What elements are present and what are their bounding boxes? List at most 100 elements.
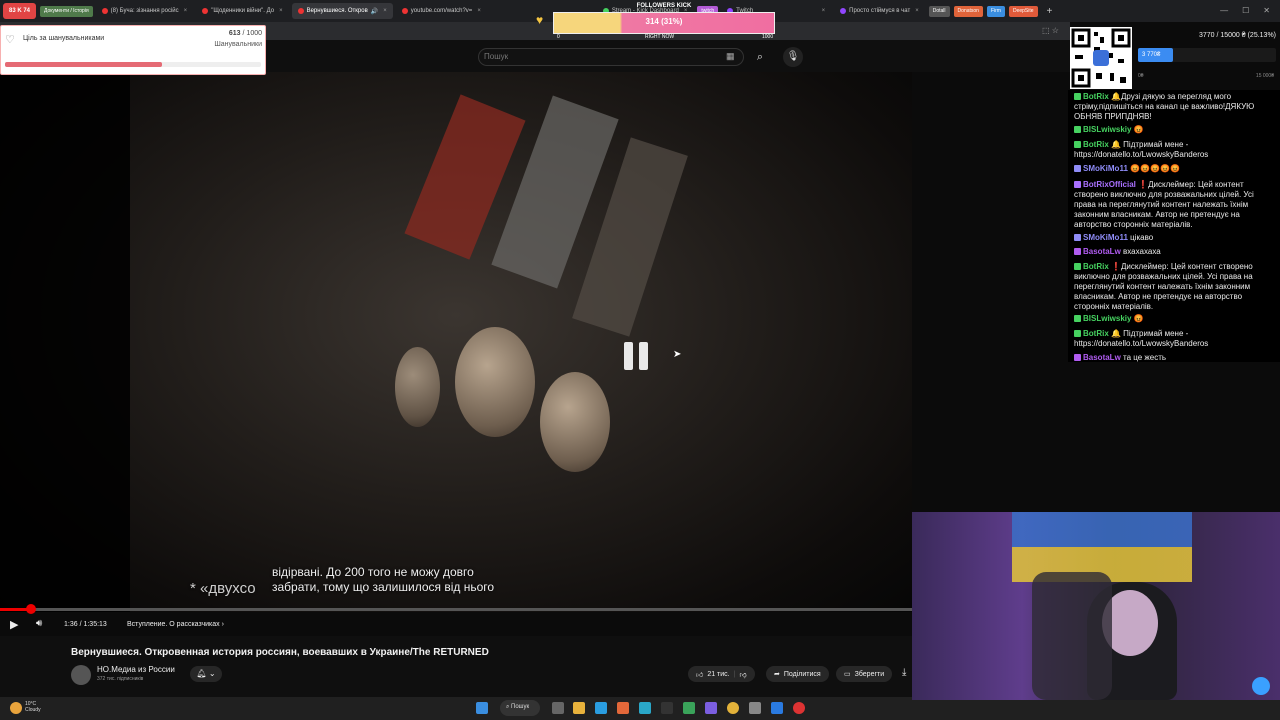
goal-total: / 1000 (242, 30, 262, 37)
task-view-icon[interactable] (552, 702, 564, 714)
close-icon[interactable]: × (383, 8, 387, 14)
thumbs-up-icon: 👍︎ (696, 671, 704, 679)
goal-current: 613 (228, 30, 241, 37)
close-window-icon[interactable]: ✕ (1263, 6, 1270, 15)
chevron-down-icon: ⌄ (208, 669, 216, 678)
browser-tab[interactable]: (8) Буча: зізнання російс × (96, 3, 194, 19)
bookmark-chip[interactable]: Donatson (953, 5, 983, 17)
search-icon[interactable]: ⌕ (750, 48, 770, 66)
video-player[interactable] (0, 72, 912, 612)
chip-label: Dotall (932, 8, 946, 14)
app-icon[interactable] (705, 702, 717, 714)
bookmark-chip[interactable]: DeepSite (1008, 5, 1038, 17)
thumbs-down-icon[interactable]: 👎︎ (739, 670, 746, 679)
chapter-title[interactable]: Вступление. О рассказчиках › (127, 621, 224, 628)
browser-tab[interactable]: Просто стіймуся в чат × (834, 3, 925, 19)
chat-nick[interactable]: BotRix (1083, 140, 1111, 149)
light-orb (1252, 677, 1270, 695)
app-icon[interactable] (793, 702, 805, 714)
volume-icon[interactable]: 🔊︎ (36, 618, 42, 629)
chat-nick[interactable]: SMoKiMo11 (1083, 164, 1130, 173)
chat-nick[interactable]: BISLwiwskiy (1083, 125, 1134, 134)
browser-tab[interactable]: "Щоденники війни". До × (196, 3, 288, 19)
chat-nick[interactable]: BotRix (1083, 329, 1111, 338)
followers-kick-value: 314 (31%) (645, 17, 683, 26)
donation-max: 15 000₴ (1255, 73, 1274, 79)
extensions-icon[interactable]: ⬚ ☆ (1042, 26, 1059, 35)
progress-bar[interactable] (0, 608, 912, 611)
settings-icon[interactable] (749, 702, 761, 714)
share-button[interactable]: ➦ Поділитися (766, 666, 829, 682)
followers-kick-max: 1000 (762, 34, 774, 40)
app-icon[interactable] (771, 702, 783, 714)
weather-desc: Cloudy (25, 707, 41, 713)
chair (1032, 572, 1112, 700)
share-icon: ➦ (774, 671, 780, 678)
chip-label: Firm (990, 8, 1001, 14)
close-icon[interactable]: × (477, 8, 481, 14)
bookmark-chip[interactable]: Документи / Історія (40, 5, 93, 17)
app-icon[interactable] (683, 702, 695, 714)
chat-text: 😡 (1133, 314, 1144, 323)
pause-icon[interactable] (624, 342, 650, 370)
youtube-favicon-icon (401, 8, 408, 14)
close-icon[interactable]: × (184, 8, 188, 14)
chip-label: Donatson (957, 8, 979, 14)
channel-name[interactable]: НО.Медиа из России (97, 665, 175, 674)
save-button[interactable]: ▭ Зберегти (836, 666, 893, 682)
mic-icon[interactable]: 🎙 (783, 47, 803, 67)
close-icon[interactable]: × (822, 8, 826, 14)
bookmark-chip[interactable]: Firm (986, 5, 1005, 17)
donation-fill-label: 3 770₴ (1142, 52, 1161, 58)
new-tab-button[interactable]: + (1041, 3, 1059, 19)
chat-nick[interactable]: BotRixOfficial (1083, 180, 1138, 189)
channel-avatar[interactable] (71, 665, 91, 685)
chat-message: SMoKiMo11 цікаво (1074, 233, 1276, 243)
obs-icon[interactable] (661, 702, 673, 714)
bell-button[interactable]: 🔔︎ ⌄ (190, 666, 222, 682)
progress-scrubber[interactable] (26, 604, 37, 614)
user-badge-icon (1074, 141, 1081, 148)
follower-goal-title: Ціль за шанувальниками (23, 35, 105, 42)
followers-kick-min: 0 (557, 34, 560, 40)
twitch-favicon-icon (840, 8, 847, 14)
subtitle-line: забрати, тому що залишилося від нього (272, 580, 495, 594)
share-label: Поділитися (783, 670, 821, 678)
telegram-icon[interactable] (639, 702, 651, 714)
keyboard-icon[interactable]: ▦ (726, 51, 738, 63)
donation-goal-fill: 3 770₴ (1138, 48, 1173, 62)
close-icon[interactable]: × (279, 8, 283, 14)
chat-nick[interactable]: BotRix (1083, 262, 1111, 271)
chat-nick[interactable]: BotRix (1083, 92, 1111, 101)
firefox-icon[interactable] (617, 702, 629, 714)
edge-icon[interactable] (595, 702, 607, 714)
chat-nick[interactable]: BISLwiwskiy (1083, 314, 1134, 323)
browser-tab[interactable]: youtube.com/watch?v= × (396, 3, 487, 19)
chat-nick[interactable]: BasotaLw (1083, 247, 1123, 256)
chip-label: Документи / Історія (44, 8, 89, 14)
chrome-icon[interactable] (727, 702, 739, 714)
taskbar-search[interactable]: ⌕ Пошук (500, 700, 540, 716)
weather-widget[interactable]: 10°C Cloudy (25, 701, 41, 713)
bookmark-chip[interactable]: Dotall (928, 5, 950, 17)
like-button[interactable]: 👍︎ 21 тис. | 👎︎ (688, 666, 755, 682)
windows-start-icon[interactable] (476, 702, 488, 714)
tab-label: youtube.com/watch?v= (410, 8, 473, 14)
donation-min: 0₴ (1138, 73, 1144, 79)
user-badge-icon (1074, 315, 1081, 322)
user-badge-icon (1074, 354, 1081, 361)
download-icon[interactable]: ⤓ (902, 667, 906, 678)
close-icon[interactable]: × (915, 8, 919, 14)
browser-tab[interactable]: 83 K 74 (3, 3, 37, 19)
minimize-icon[interactable]: — (1220, 6, 1228, 15)
browser-tab-active[interactable]: Вернувшиеся. Откров 🔊 × (291, 3, 393, 19)
follower-goal-count: 613 / 1000 (200, 30, 262, 37)
play-icon[interactable]: ▶ (10, 618, 18, 631)
chat-nick[interactable]: SMoKiMo11 (1083, 233, 1130, 242)
search-input[interactable]: Пошук (478, 48, 744, 66)
file-explorer-icon[interactable] (573, 702, 585, 714)
qr-code-image (1071, 28, 1131, 88)
chat-nick[interactable]: BasotaLw (1083, 353, 1123, 362)
chat-text: 😡 (1133, 125, 1144, 134)
maximize-icon[interactable]: ☐ (1242, 6, 1249, 15)
